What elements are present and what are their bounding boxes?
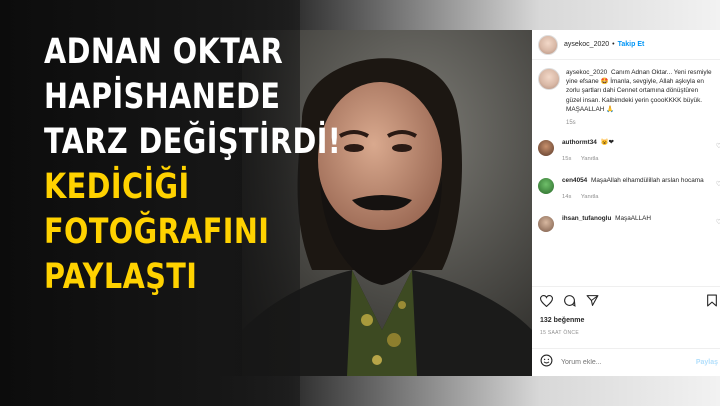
comment-item: ihsan_tufanoglu MaşaALLAH ♡ <box>532 202 720 233</box>
posted-time-ago: 15 SAAT ÖNCE <box>540 330 579 336</box>
comment-avatar[interactable] <box>538 140 554 157</box>
comment-item: authormt34 😺❤ 15s Yanıtla ♡ <box>532 126 720 164</box>
comment-time: 14s <box>562 194 572 201</box>
share-send-icon[interactable] <box>586 294 599 307</box>
likes-count[interactable]: 132 beğenme <box>540 317 584 324</box>
headline-line-1: ADNAN OKTAR <box>44 32 284 72</box>
headline-line-5: FOTOĞRAFINI <box>44 212 270 252</box>
instagram-post-panel: aysekoc_2020 • Takip Et aysekoc_2020 Can… <box>532 30 720 376</box>
add-comment-bar: Paylaş <box>532 348 720 376</box>
post-comment-button[interactable]: Paylaş <box>696 359 718 366</box>
comment-username[interactable]: authormt34 <box>562 139 597 146</box>
comment-username[interactable]: cen4054 <box>562 177 587 184</box>
post-caption: aysekoc_2020 Canım Adnan Oktar... Yeni r… <box>532 60 720 114</box>
follow-button[interactable]: Takip Et <box>618 41 645 48</box>
comment-avatar[interactable] <box>538 216 554 233</box>
reply-link[interactable]: Yanıtla <box>581 194 599 200</box>
header-username[interactable]: aysekoc_2020 <box>564 41 609 48</box>
headline-line-2: HAPİSHANEDE <box>44 77 281 117</box>
comment-like-heart-icon[interactable]: ♡ <box>716 218 720 226</box>
headline-line-3: TARZ DEĞİŞTİRDİ! <box>44 122 342 162</box>
headline-block: ADNAN OKTAR HAPİSHANEDE TARZ DEĞİŞTİRDİ!… <box>0 0 342 406</box>
like-heart-icon[interactable] <box>540 294 553 307</box>
headline-line-4: KEDİCİĞİ <box>44 167 190 207</box>
caption-text-block: aysekoc_2020 Canım Adnan Oktar... Yeni r… <box>566 68 714 114</box>
comment-body: authormt34 😺❤ 15s Yanıtla <box>562 138 710 164</box>
comment-meta: 14s Yanıtla <box>562 193 710 202</box>
avatar[interactable] <box>538 34 558 55</box>
comment-text: MaşaALLAH <box>615 215 652 223</box>
comment-like-heart-icon[interactable]: ♡ <box>716 142 720 150</box>
post-actions-bar <box>532 286 720 314</box>
comment-text: MaşaAllah elhamdülillah arslan hocama <box>591 177 704 185</box>
comment-body: cen4054 MaşaAllah elhamdülillah arslan h… <box>562 176 710 202</box>
comment-bubble-icon[interactable] <box>563 294 576 307</box>
comment-avatar[interactable] <box>538 178 554 195</box>
add-comment-input[interactable] <box>561 359 671 366</box>
headline-line-6: PAYLAŞTI <box>44 257 198 297</box>
caption-username[interactable]: aysekoc_2020 <box>566 69 607 76</box>
post-header: aysekoc_2020 • Takip Et <box>532 30 720 60</box>
comment-username[interactable]: ihsan_tufanoglu <box>562 215 611 222</box>
comment-time: 15s <box>562 156 572 163</box>
emoji-smiley-icon[interactable] <box>540 354 553 372</box>
comment-meta: 15s Yanıtla <box>562 155 710 164</box>
comment-body: ihsan_tufanoglu MaşaALLAH <box>562 214 710 223</box>
header-separator: • <box>612 41 615 48</box>
reply-link[interactable]: Yanıtla <box>581 156 599 162</box>
comment-text: 😺❤ <box>600 139 614 147</box>
save-bookmark-icon[interactable] <box>706 294 718 307</box>
comment-item: cen4054 MaşaAllah elhamdülillah arslan h… <box>532 164 720 202</box>
caption-avatar[interactable] <box>538 68 560 90</box>
comment-like-heart-icon[interactable]: ♡ <box>716 180 720 188</box>
